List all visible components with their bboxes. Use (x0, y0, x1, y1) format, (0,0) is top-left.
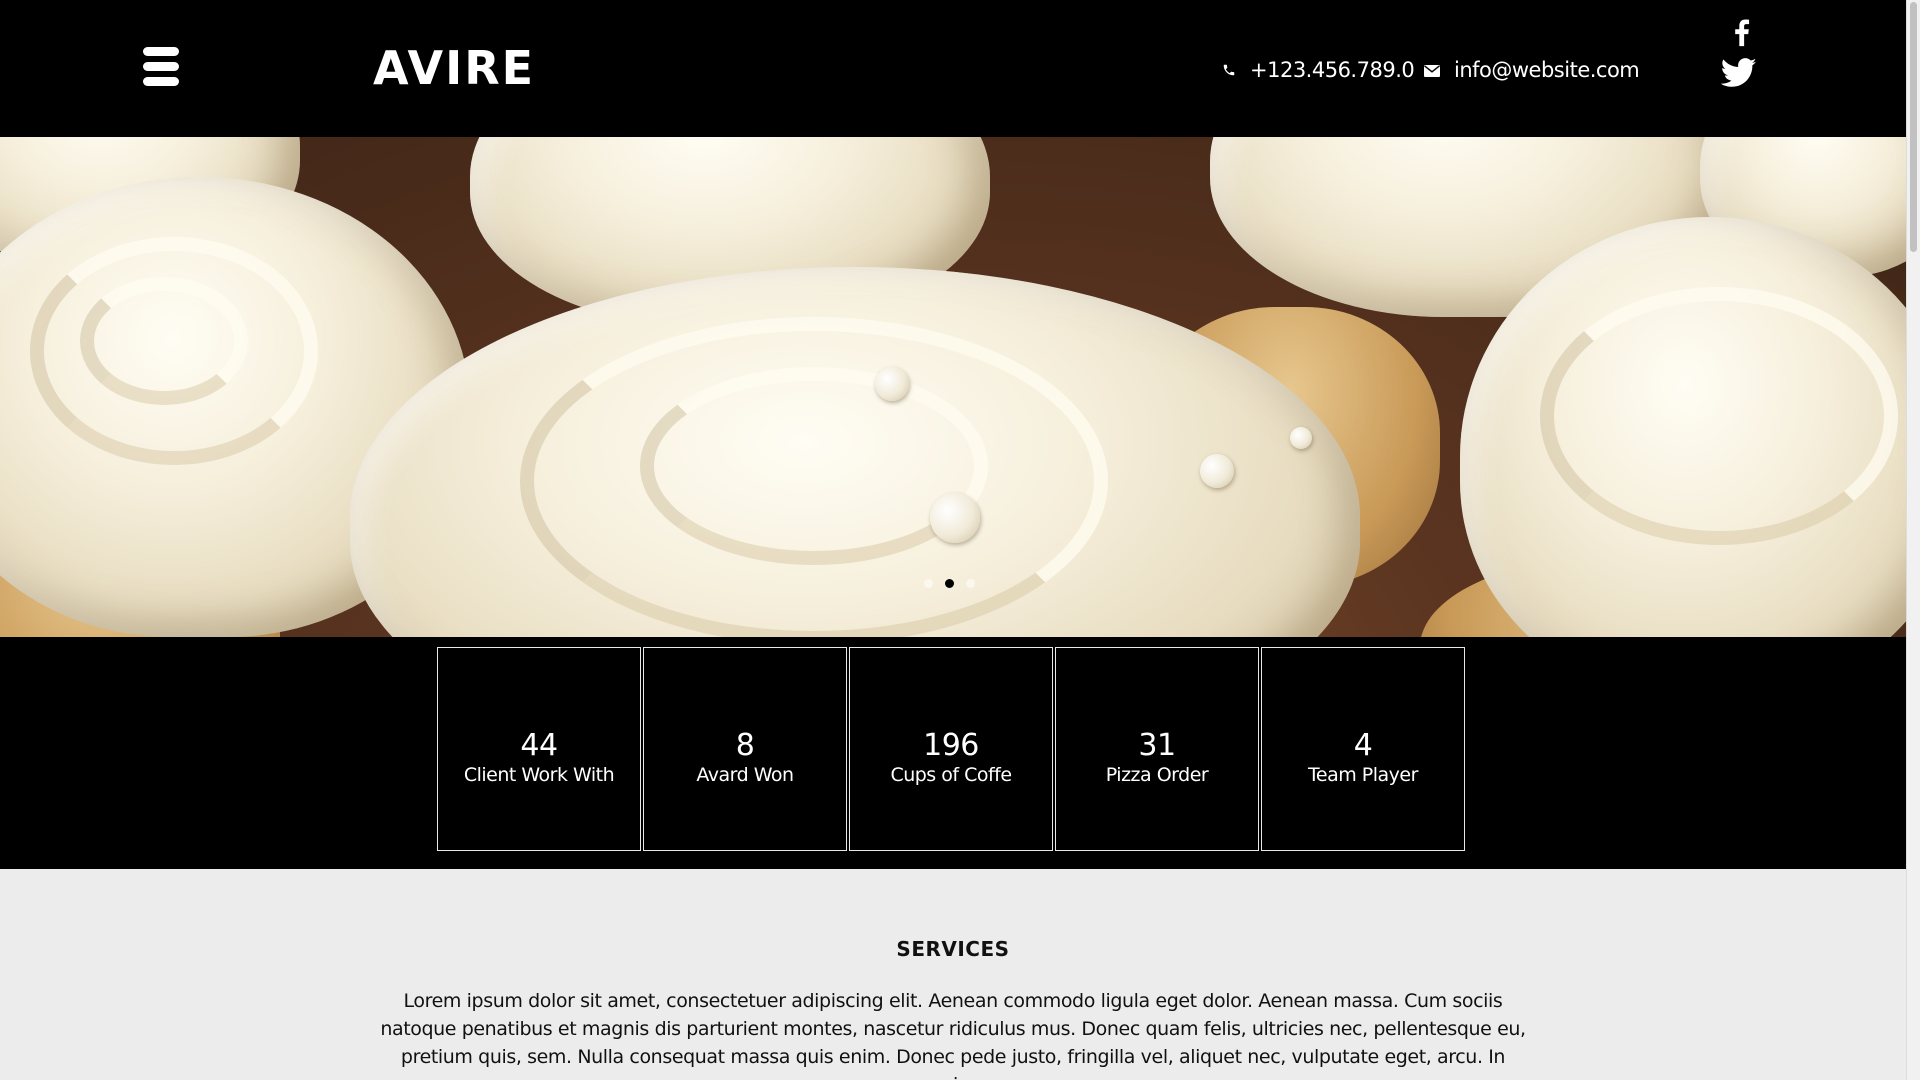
services-text-line: pretium quis, sem. Nulla consequat massa… (400, 1046, 1506, 1080)
menu-bar (143, 47, 179, 56)
stat-label: Client Work With (463, 764, 615, 786)
page-content: AVIRE +123.456.789.0 info@website.com 44… (0, 0, 1906, 1080)
twitter-icon[interactable] (1720, 57, 1757, 91)
stat-number: 8 (735, 728, 755, 763)
phone-icon (1222, 58, 1236, 82)
site-header: AVIRE +123.456.789.0 info@website.com (0, 0, 1906, 137)
stat-box: 8 Avard Won (643, 647, 847, 851)
menu-bar (143, 77, 179, 86)
contact-email[interactable]: info@website.com (1424, 55, 1640, 85)
frosting-swirl (1540, 287, 1898, 545)
envelope-icon (1424, 58, 1440, 82)
services-text-line: Lorem ipsum dolor sit amet, consectetuer… (403, 990, 1503, 1012)
services-text-line: natoque penatibus et magnis dis parturie… (380, 1018, 1526, 1040)
page: AVIRE +123.456.789.0 info@website.com 44… (0, 0, 1920, 1080)
stat-box: 4 Team Player (1261, 647, 1465, 851)
stat-box: 31 Pizza Order (1055, 647, 1259, 851)
services-section: SERVICES Lorem ipsum dolor sit amet, con… (0, 869, 1906, 1080)
stat-label: Pizza Order (1105, 764, 1209, 786)
sugar-pearl (1290, 427, 1312, 449)
stat-number: 4 (1353, 728, 1373, 763)
stat-number: 44 (520, 728, 558, 763)
phone-number: +123.456.789.0 (1250, 58, 1415, 82)
hero-slider (0, 137, 1906, 637)
frosting-swirl (80, 277, 248, 405)
facebook-icon[interactable] (1725, 14, 1759, 48)
stats-section: 44 Client Work With 8 Avard Won 196 Cups… (0, 637, 1906, 869)
stat-number: 31 (1138, 728, 1176, 763)
sugar-pearl (875, 367, 909, 401)
contact-phone[interactable]: +123.456.789.0 (1222, 55, 1415, 85)
slider-dot[interactable] (966, 579, 975, 588)
scrollbar-thumb[interactable] (1910, 2, 1917, 252)
slider-dot-active[interactable] (945, 579, 954, 588)
stat-box: 196 Cups of Coffe (849, 647, 1053, 851)
site-logo[interactable]: AVIRE (373, 40, 535, 96)
services-title: SERVICES (896, 937, 1010, 961)
stat-label: Avard Won (696, 764, 794, 786)
slider-dot[interactable] (924, 579, 933, 588)
email-address: info@website.com (1454, 58, 1640, 82)
hamburger-menu-icon[interactable] (143, 45, 179, 89)
sugar-pearl (1200, 454, 1234, 488)
services-description: Lorem ipsum dolor sit amet, consectetuer… (378, 987, 1528, 1080)
stat-label: Cups of Coffe (890, 764, 1012, 786)
sugar-pearl (930, 493, 980, 543)
stat-label: Team Player (1308, 764, 1418, 786)
page-scrollbar[interactable] (1906, 0, 1920, 1080)
menu-bar (143, 62, 179, 71)
slider-pagination (924, 579, 975, 588)
stat-box: 44 Client Work With (437, 647, 641, 851)
frosting-swirl (640, 367, 988, 565)
stat-number: 196 (923, 728, 979, 763)
